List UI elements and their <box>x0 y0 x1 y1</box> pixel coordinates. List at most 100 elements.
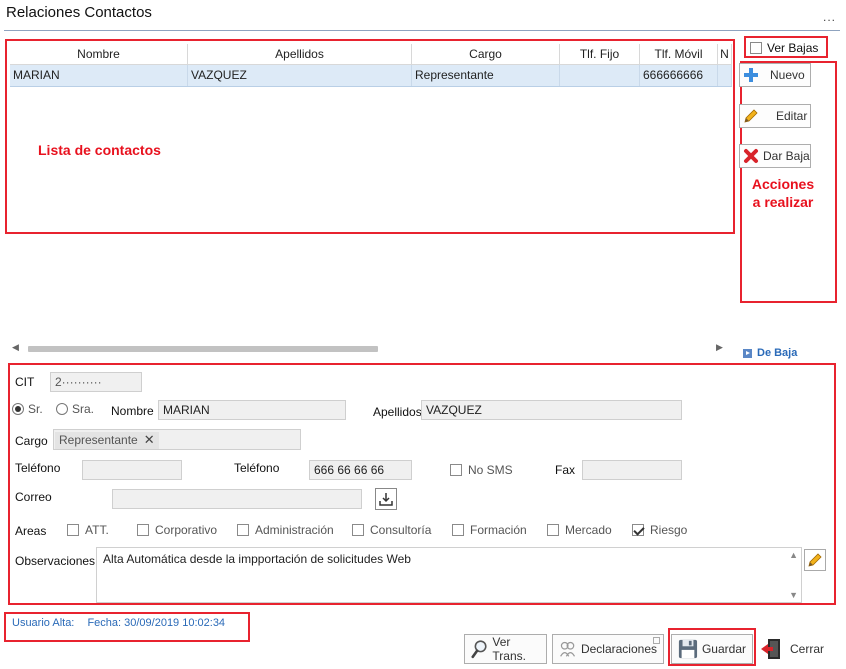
de-baja-icon <box>743 348 752 358</box>
areas-label: Areas <box>15 524 47 538</box>
remove-tag-icon[interactable]: ✕ <box>144 431 155 449</box>
cell-tlf-fijo <box>560 65 640 86</box>
expand-corner-icon <box>653 637 660 644</box>
annotation-lista-contactos: Lista de contactos <box>38 142 161 158</box>
nuevo-label: Nuevo <box>770 68 805 82</box>
area-att[interactable]: ATT. <box>67 523 109 537</box>
grid-header: Nombre Apellidos Cargo Tlf. Fijo Tlf. Mó… <box>10 44 732 65</box>
area-administracion-label: Administración <box>255 523 334 537</box>
area-consultoria-box[interactable] <box>352 524 364 536</box>
table-row[interactable]: MARIAN VAZQUEZ Representante 666666666 <box>10 65 732 87</box>
title-divider <box>4 30 840 31</box>
scrollbar-thumb[interactable] <box>28 346 378 352</box>
annotation-acciones-line2: a realizar <box>752 194 814 210</box>
window-title: Relaciones Contactos <box>6 4 152 21</box>
scroll-right-icon[interactable]: ▶ <box>716 342 723 353</box>
column-header-apellidos[interactable]: Apellidos <box>188 44 412 64</box>
pencil-icon <box>808 553 822 567</box>
telefono2-field[interactable]: 666 66 66 66 <box>309 460 412 480</box>
dar-baja-label: Dar Baja <box>763 149 810 163</box>
ver-trans-button[interactable]: Ver Trans. <box>464 634 547 664</box>
annotation-acciones: Acciones a realizar <box>750 175 816 211</box>
cargo-label: Cargo <box>15 434 48 448</box>
cell-cargo: Representante <box>412 65 560 86</box>
sra-label: Sra. <box>72 402 95 416</box>
area-formacion-box[interactable] <box>452 524 464 536</box>
telefono2-label: Teléfono <box>234 461 280 475</box>
scroll-left-icon[interactable]: ◀ <box>12 342 19 353</box>
area-mercado[interactable]: Mercado <box>547 523 612 537</box>
ver-bajas-box[interactable] <box>750 42 762 54</box>
de-baja-link[interactable]: De Baja <box>743 347 797 359</box>
more-menu-button[interactable]: ... <box>823 10 836 24</box>
textarea-scroll-up-icon[interactable]: ▲ <box>789 550 798 560</box>
grid-horizontal-scrollbar[interactable]: ◀ ▶ <box>10 342 732 356</box>
area-att-box[interactable] <box>67 524 79 536</box>
area-att-label: ATT. <box>85 523 109 537</box>
observaciones-textarea[interactable]: Alta Automática desde la impportación de… <box>96 547 802 603</box>
observaciones-label: Observaciones <box>15 554 96 568</box>
download-icon <box>379 493 393 506</box>
area-riesgo[interactable]: Riesgo <box>632 523 687 537</box>
column-header-cargo[interactable]: Cargo <box>412 44 560 64</box>
area-corporativo-label: Corporativo <box>155 523 218 537</box>
nuevo-button[interactable]: Nuevo <box>739 63 811 87</box>
cargo-field[interactable]: Representante ✕ <box>53 429 301 450</box>
editar-button[interactable]: Editar <box>739 104 811 128</box>
download-button[interactable] <box>375 488 397 510</box>
telefono-field[interactable] <box>82 460 182 480</box>
pencil-icon <box>740 106 762 126</box>
area-riesgo-box[interactable] <box>632 524 644 536</box>
observaciones-text: Alta Automática desde la impportación de… <box>103 552 411 566</box>
area-corporativo[interactable]: Corporativo <box>137 523 217 537</box>
cit-field[interactable]: 2·········· <box>50 372 142 392</box>
dar-baja-button[interactable]: Dar Baja <box>739 144 811 168</box>
no-sms-label: No SMS <box>468 463 513 477</box>
cell-nombre: MARIAN <box>10 65 188 86</box>
area-consultoria-label: Consultoría <box>370 523 432 537</box>
column-header-tlf-movil[interactable]: Tlf. Móvil <box>640 44 718 64</box>
telefono-label: Teléfono <box>15 461 61 475</box>
sra-radio-dot[interactable] <box>56 403 68 415</box>
no-sms-checkbox[interactable]: No SMS <box>450 463 513 477</box>
column-header-tlf-fijo[interactable]: Tlf. Fijo <box>560 44 640 64</box>
nombre-field[interactable]: MARIAN <box>158 400 346 420</box>
ver-bajas-label: Ver Bajas <box>767 41 819 55</box>
area-administracion-box[interactable] <box>237 524 249 536</box>
plus-icon <box>740 65 762 85</box>
apellidos-field[interactable]: VAZQUEZ <box>421 400 682 420</box>
no-sms-box[interactable] <box>450 464 462 476</box>
area-mercado-box[interactable] <box>547 524 559 536</box>
guardar-label: Guardar <box>701 642 746 656</box>
textarea-scroll-down-icon[interactable]: ▼ <box>789 590 798 600</box>
column-header-nombre[interactable]: Nombre <box>10 44 188 64</box>
declaraciones-label: Declaraciones <box>580 642 657 656</box>
fax-field[interactable] <box>582 460 682 480</box>
floppy-disk-icon <box>678 639 698 659</box>
area-formacion[interactable]: Formación <box>452 523 527 537</box>
fax-label: Fax <box>555 463 576 477</box>
cell-apellidos: VAZQUEZ <box>188 65 412 86</box>
ver-bajas-checkbox[interactable]: Ver Bajas <box>750 41 818 55</box>
cell-n <box>718 65 732 86</box>
de-baja-label: De Baja <box>757 347 798 359</box>
sr-radio-dot[interactable] <box>12 403 24 415</box>
cerrar-button[interactable]: Cerrar <box>758 634 838 664</box>
declaraciones-button[interactable]: Declaraciones <box>552 634 664 664</box>
users-icon <box>560 641 576 657</box>
correo-field[interactable] <box>112 489 362 509</box>
sra-radio[interactable]: Sra. <box>56 402 94 416</box>
sr-radio[interactable]: Sr. <box>12 402 43 416</box>
cargo-tag-label: Representante <box>59 433 138 447</box>
guardar-button[interactable]: Guardar <box>671 634 753 664</box>
area-corporativo-box[interactable] <box>137 524 149 536</box>
cit-label: CIT <box>15 375 35 389</box>
exit-door-icon <box>761 639 780 659</box>
apellidos-label: Apellidos <box>373 405 422 419</box>
cargo-tag: Representante ✕ <box>55 431 159 449</box>
column-header-n[interactable]: N <box>718 44 732 64</box>
area-administracion[interactable]: Administración <box>237 523 334 537</box>
area-consultoria[interactable]: Consultoría <box>352 523 431 537</box>
area-formacion-label: Formación <box>470 523 527 537</box>
edit-observaciones-button[interactable] <box>804 549 826 571</box>
